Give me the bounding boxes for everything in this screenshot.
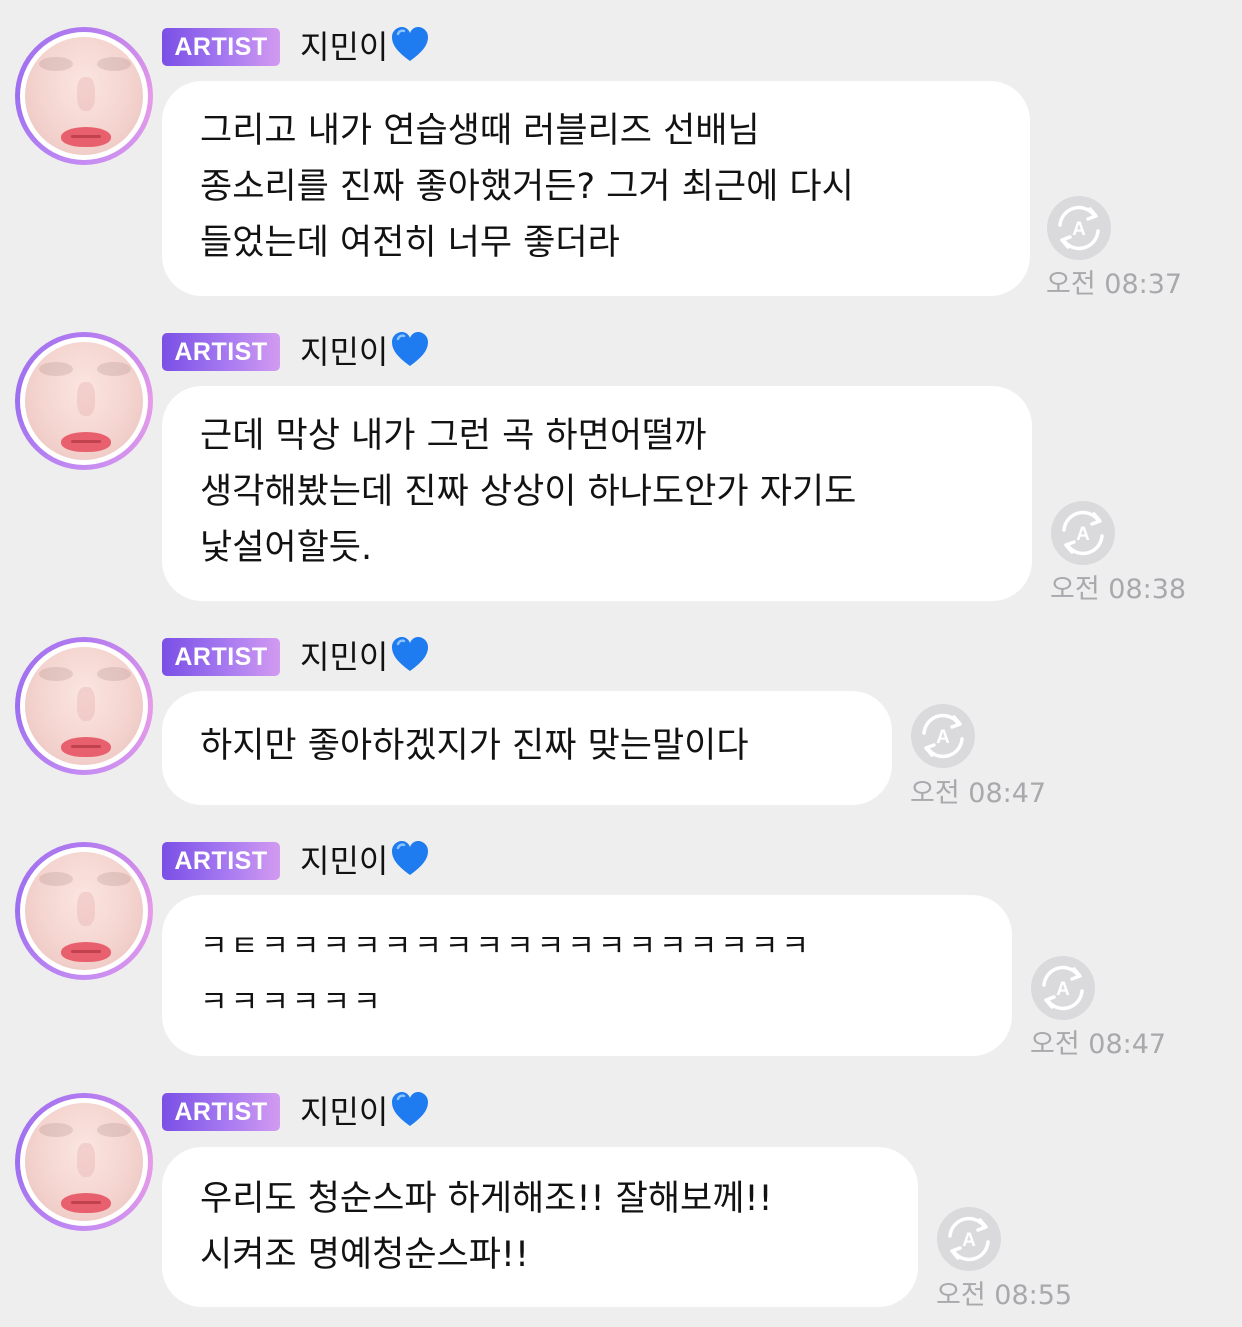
artist-badge: ARTIST — [162, 28, 280, 66]
svg-text:A: A — [936, 727, 950, 748]
sender-name-label: 지민이 — [300, 842, 389, 880]
translate-icon[interactable]: A — [1050, 500, 1116, 566]
sender-name-label: 지민이 — [300, 333, 389, 371]
translate-icon[interactable]: A — [1030, 955, 1096, 1021]
message-text: 그리고 내가 연습생때 러블리즈 선배님 종소리를 진짜 좋아했거든? 그거 최… — [200, 111, 854, 263]
message-text: 우리도 청순스파 하게해조!! 잘해보께!! 시켜조 명예청순스파!! — [200, 1179, 773, 1275]
message-text: 하지만 좋아하겠지가 진짜 맞는말이다 — [200, 726, 749, 766]
message-time: 오전 08:38 — [1050, 574, 1187, 605]
message-bubble[interactable]: 우리도 청순스파 하게해조!! 잘해보께!! 시켜조 명예청순스파!! — [162, 1147, 918, 1307]
translate-icon[interactable]: A — [1046, 195, 1112, 261]
sender-name: 지민이 — [300, 330, 430, 374]
message-bubble[interactable]: 그리고 내가 연습생때 러블리즈 선배님 종소리를 진짜 좋아했거든? 그거 최… — [162, 81, 1030, 296]
blue-heart-icon — [392, 332, 429, 366]
sender-name: 지민이 — [300, 635, 430, 679]
artist-badge: ARTIST — [162, 333, 280, 371]
translate-icon[interactable]: A — [910, 703, 976, 769]
svg-text:A: A — [962, 1230, 976, 1251]
avatar[interactable] — [15, 27, 153, 165]
avatar[interactable] — [15, 332, 153, 470]
message-text: ㅋㅌㅋㅋㅋㅋㅋㅋㅋㅋㅋㅋㅋㅋㅋㅋㅋㅋㅋㅋ ㅋㅋㅋㅋㅋㅋ — [200, 929, 812, 1020]
svg-text:A: A — [1076, 524, 1090, 545]
artist-badge: ARTIST — [162, 842, 280, 880]
message-time: 오전 08:55 — [936, 1280, 1073, 1311]
blue-heart-icon — [392, 841, 429, 875]
blue-heart-icon — [392, 637, 429, 671]
message-time: 오전 08:37 — [1046, 269, 1183, 300]
sender-name: 지민이 — [300, 25, 430, 69]
message-time: 오전 08:47 — [910, 778, 1047, 809]
blue-heart-icon — [392, 27, 429, 61]
svg-text:A: A — [1056, 979, 1070, 1000]
sender-name-label: 지민이 — [300, 638, 389, 676]
svg-text:A: A — [1072, 219, 1086, 240]
sender-name: 지민이 — [300, 839, 430, 883]
sender-name: 지민이 — [300, 1090, 430, 1134]
sender-name-label: 지민이 — [300, 28, 389, 66]
message-time: 오전 08:47 — [1030, 1029, 1167, 1060]
artist-badge: ARTIST — [162, 1093, 280, 1131]
message-bubble[interactable]: 근데 막상 내가 그런 곡 하면어떨까 생각해봤는데 진짜 상상이 하나도안가 … — [162, 386, 1032, 601]
sender-name-label: 지민이 — [300, 1093, 389, 1131]
avatar[interactable] — [15, 842, 153, 980]
message-bubble[interactable]: ㅋㅌㅋㅋㅋㅋㅋㅋㅋㅋㅋㅋㅋㅋㅋㅋㅋㅋㅋㅋ ㅋㅋㅋㅋㅋㅋ — [162, 895, 1012, 1056]
artist-badge: ARTIST — [162, 638, 280, 676]
blue-heart-icon — [392, 1092, 429, 1126]
avatar[interactable] — [15, 1093, 153, 1231]
message-bubble[interactable]: 하지만 좋아하겠지가 진짜 맞는말이다 — [162, 691, 892, 805]
translate-icon[interactable]: A — [936, 1206, 1002, 1272]
avatar[interactable] — [15, 637, 153, 775]
message-text: 근데 막상 내가 그런 곡 하면어떨까 생각해봤는데 진짜 상상이 하나도안가 … — [200, 416, 857, 568]
